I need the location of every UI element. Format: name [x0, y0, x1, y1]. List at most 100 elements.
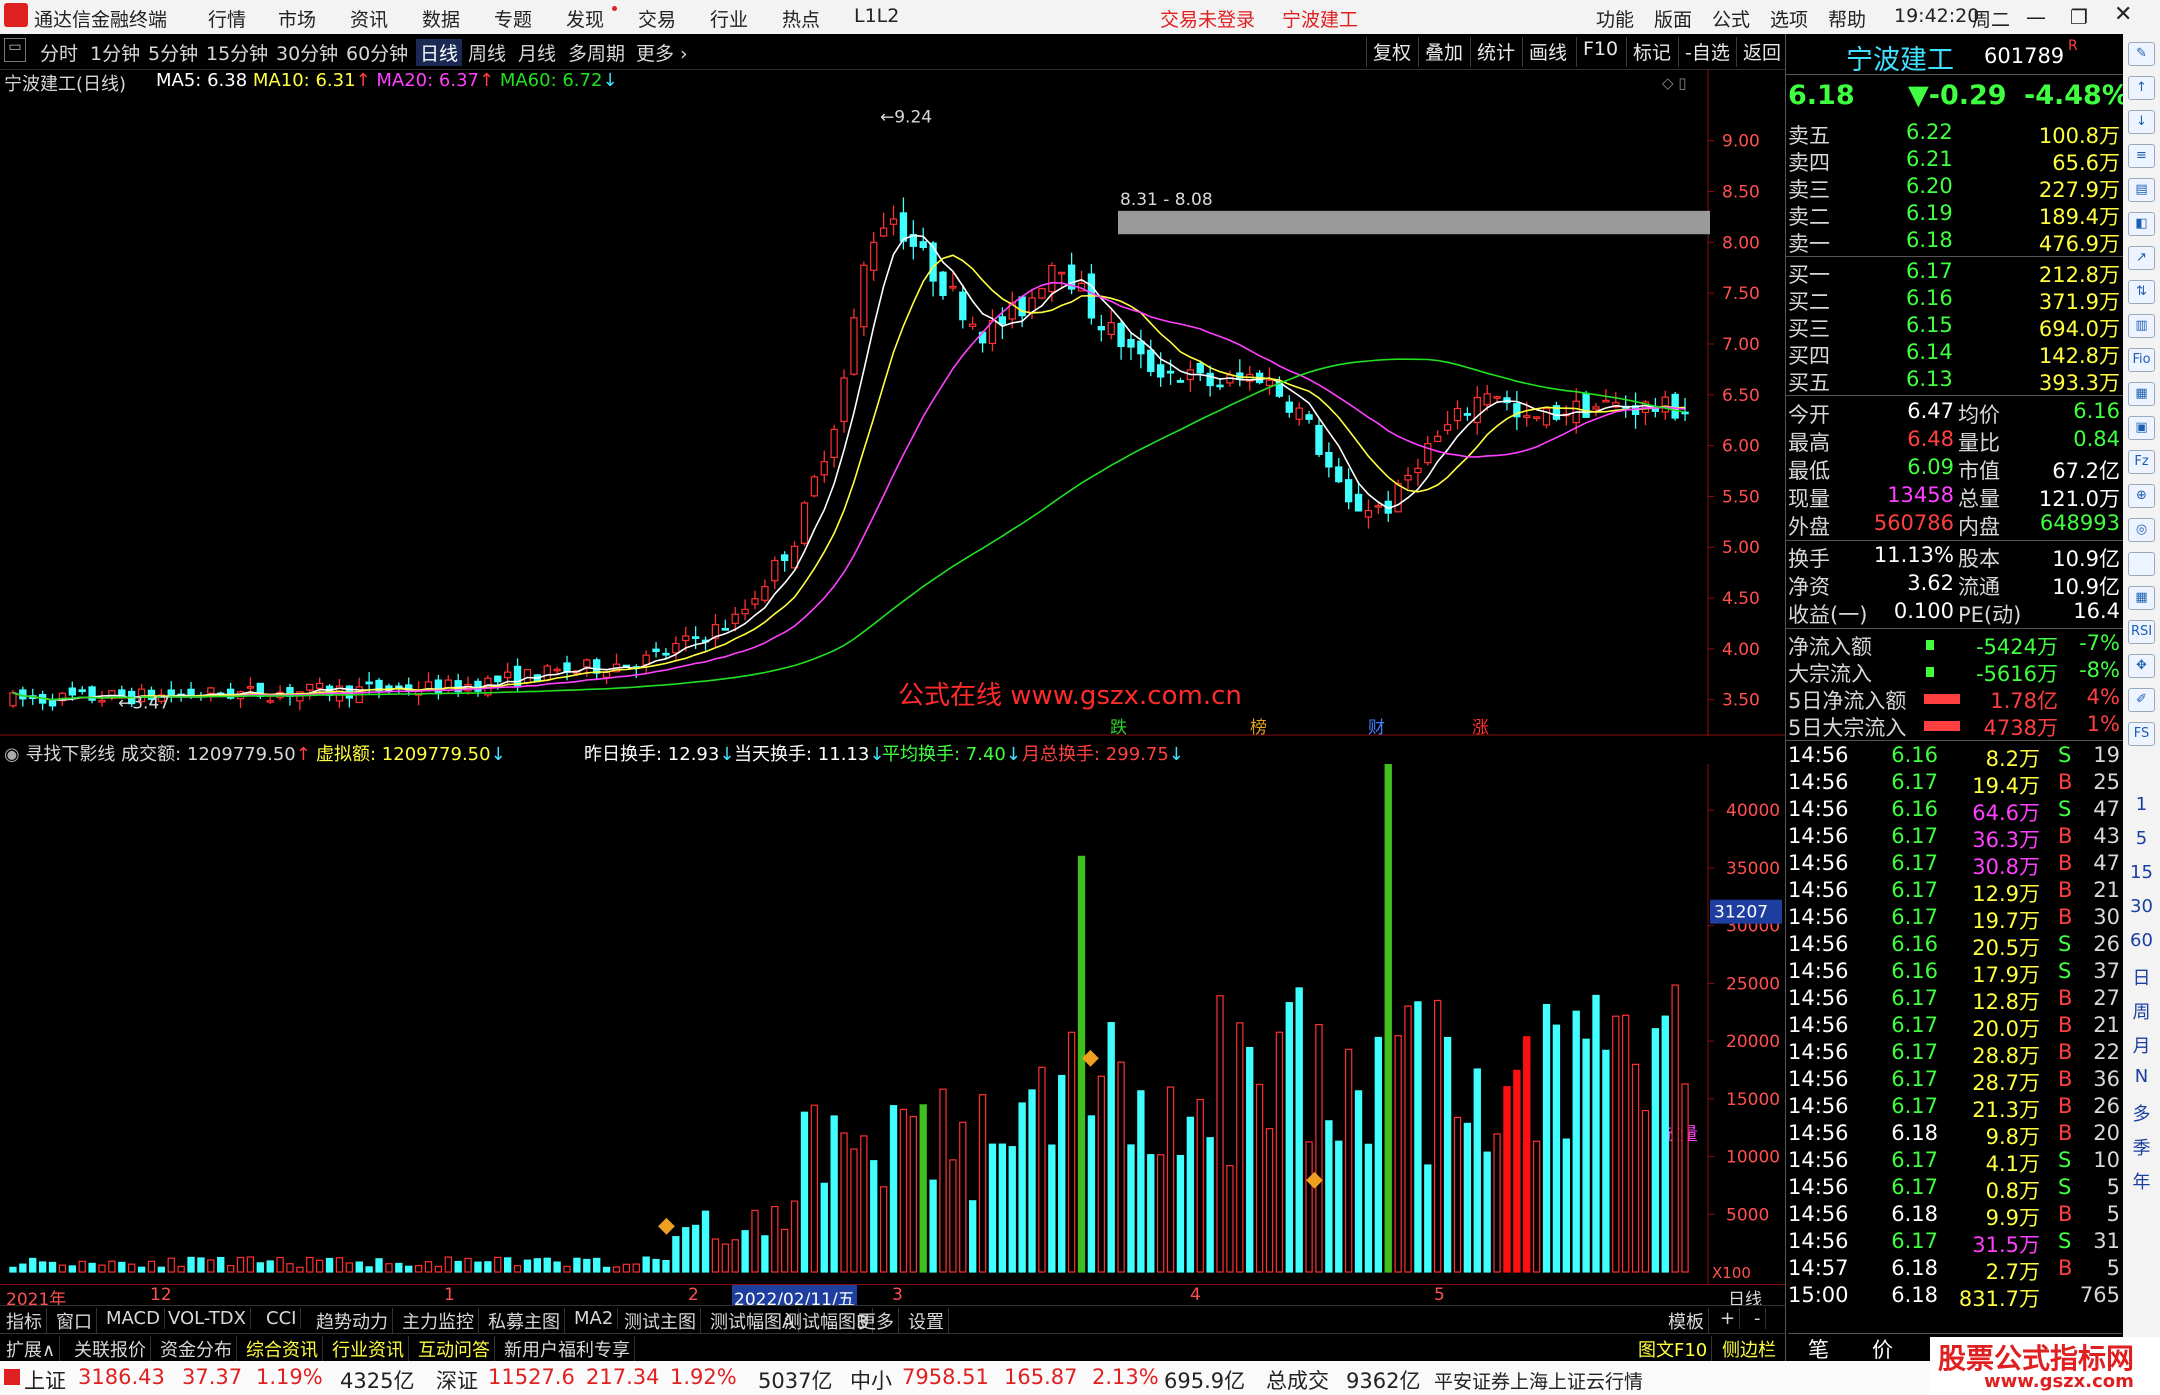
period-shortcut-11[interactable]: 年 [2123, 1168, 2160, 1194]
button-fanhui[interactable]: 返回 [1736, 37, 1787, 67]
indicator-tab-2[interactable]: MACD [102, 1308, 165, 1329]
toolbar-menu-icon[interactable]: ▭ [4, 38, 26, 62]
menu-item-shichang[interactable]: 市场 [278, 5, 316, 32]
move-icon[interactable]: ✥ [2128, 654, 2155, 678]
window-icon[interactable]: ▣ [2128, 416, 2155, 440]
button-zixuan[interactable]: -自选 [1678, 37, 1736, 67]
menu-item-xuanxiang[interactable]: 选项 [1770, 5, 1808, 32]
menu-item-bangzhu[interactable]: 帮助 [1828, 5, 1866, 32]
target-icon[interactable]: ◎ [2128, 518, 2155, 542]
tab-more[interactable]: 更多 › [636, 39, 688, 66]
template-tab-0[interactable]: 模板 [1664, 1308, 1709, 1334]
period-shortcut-8[interactable]: N [2123, 1066, 2160, 1087]
period-shortcut-7[interactable]: 月 [2123, 1032, 2160, 1058]
indicator-tab-8[interactable]: MA2 [570, 1308, 619, 1329]
period-shortcut-1[interactable]: 5 [2123, 828, 2160, 849]
tab-monthly[interactable]: 月线 [518, 39, 556, 66]
menu-item-gongshi[interactable]: 公式 [1712, 5, 1750, 32]
indicator-tab-13[interactable]: 设置 [904, 1308, 949, 1334]
indicator-tab-1[interactable]: 窗口 [52, 1308, 97, 1334]
arrow-up-icon[interactable]: ↑ [2128, 76, 2155, 100]
index-zx-name[interactable]: 中小 [850, 1365, 892, 1395]
tab-f10-graphic[interactable]: 图文F10 [1634, 1336, 1713, 1362]
tab-weekly[interactable]: 周线 [468, 39, 506, 66]
menu-item-redian[interactable]: 热点 [782, 5, 820, 32]
indicator-tab-0[interactable]: 指标 [2, 1308, 47, 1334]
close-icon[interactable]: ✕ [2114, 2, 2132, 27]
period-shortcut-3[interactable]: 30 [2123, 896, 2160, 917]
calendar-icon[interactable]: ▦ [2128, 382, 2155, 406]
tab-jia[interactable]: 价 [1872, 1334, 1893, 1364]
indicator-tab-6[interactable]: 主力监控 [398, 1308, 479, 1334]
pen-icon[interactable]: ✎ [2128, 42, 2155, 66]
indicator-tab-4[interactable]: CCI [262, 1308, 302, 1329]
tab-bi[interactable]: 笔 [1808, 1334, 1829, 1364]
tab-multi-period[interactable]: 多周期 [568, 39, 625, 66]
index-sh-name[interactable]: 上证 [24, 1365, 66, 1395]
tab-daily[interactable]: 日线 [416, 39, 463, 66]
grid-icon[interactable]: ▤ [2128, 178, 2155, 202]
chart-icon[interactable]: ▦ [2128, 586, 2155, 610]
indicator-tab-5[interactable]: 趋势动力 [312, 1308, 393, 1334]
tab-15min[interactable]: 15分钟 [206, 39, 268, 66]
template-tab-1[interactable]: + [1716, 1308, 1741, 1329]
button-diejia[interactable]: 叠加 [1418, 37, 1469, 67]
panel-icon[interactable]: ◧ [2128, 212, 2155, 236]
draw-icon[interactable]: ✐ [2128, 688, 2155, 712]
button-tongji[interactable]: 统计 [1470, 37, 1521, 67]
legend-toggle-icon[interactable]: ◉ [4, 744, 25, 765]
menu-item-jiaoyi[interactable]: 交易 [638, 5, 676, 32]
trend-icon[interactable]: ↗ [2128, 246, 2155, 270]
extension-tab-2[interactable]: 资金分布 [156, 1336, 237, 1362]
plus-circle-icon[interactable]: ⊕ [2128, 484, 2155, 508]
period-shortcut-4[interactable]: 60 [2123, 930, 2160, 951]
extension-tab-5[interactable]: 互动问答 [414, 1336, 495, 1362]
indicator-tab-3[interactable]: VOL-TDX [164, 1308, 251, 1329]
rsi-icon[interactable]: RSI [2128, 620, 2155, 644]
button-f10[interactable]: F10 [1576, 37, 1624, 67]
extension-tab-1[interactable]: 关联报价 [70, 1336, 151, 1362]
menu-item-zhuanti[interactable]: 专题 [494, 5, 532, 32]
period-shortcut-5[interactable]: 日 [2123, 964, 2160, 990]
tab-30min[interactable]: 30分钟 [276, 39, 338, 66]
button-huaxian[interactable]: 画线 [1522, 37, 1573, 67]
menu-item-faxian[interactable]: 发现 [566, 5, 604, 32]
period-shortcut-10[interactable]: 季 [2123, 1134, 2160, 1160]
list-icon[interactable]: ≡ [2128, 144, 2155, 168]
menu-item-hangqing[interactable]: 行情 [208, 5, 246, 32]
extension-tab-3[interactable]: 综合资讯 [242, 1336, 323, 1362]
period-shortcut-2[interactable]: 15 [2123, 862, 2160, 883]
index-sz-name[interactable]: 深证 [436, 1365, 478, 1395]
table-icon[interactable]: ▥ [2128, 314, 2155, 338]
tab-fenshi[interactable]: 分时 [40, 39, 78, 66]
menu-item-shuju[interactable]: 数据 [422, 5, 460, 32]
candlestick-chart[interactable]: 9.00 8.50 8.00 7.50 7.00 6.50 6.00 5.50 5.00 4.50… [0, 70, 1785, 736]
extension-tab-6[interactable]: 新用户福利专享 [500, 1336, 635, 1362]
blank-icon[interactable] [2128, 552, 2155, 576]
period-shortcut-0[interactable]: 1 [2123, 794, 2160, 815]
period-shortcut-9[interactable]: 多 [2123, 1100, 2160, 1126]
menu-item-zixun[interactable]: 资讯 [350, 5, 388, 32]
tab-1min[interactable]: 1分钟 [90, 39, 140, 66]
extension-tab-4[interactable]: 行业资讯 [328, 1336, 409, 1362]
template-tab-2[interactable]: - [1750, 1308, 1766, 1329]
fio-icon[interactable]: Fio [2128, 348, 2155, 372]
menu-item-l1l2[interactable]: L1L2 [854, 5, 899, 27]
tab-60min[interactable]: 60分钟 [346, 39, 408, 66]
indicator-tab-7[interactable]: 私募主图 [484, 1308, 565, 1334]
fz-icon[interactable]: Fz [2128, 450, 2155, 474]
fs-icon[interactable]: FS [2128, 722, 2155, 746]
button-biaoji[interactable]: 标记 [1626, 37, 1677, 67]
minimize-icon[interactable]: — [2026, 5, 2046, 29]
arrow-down-icon[interactable]: ↓ [2128, 110, 2155, 134]
indicator-tab-12[interactable]: 更多 [854, 1308, 899, 1334]
tab-5min[interactable]: 5分钟 [148, 39, 198, 66]
sort-icon[interactable]: ⇅ [2128, 280, 2155, 304]
period-shortcut-6[interactable]: 周 [2123, 998, 2160, 1024]
button-fuquan[interactable]: 复权 [1366, 37, 1417, 67]
trade-login-status[interactable]: 交易未登录 [1160, 5, 1255, 32]
menu-item-gongneng[interactable]: 功能 [1596, 5, 1634, 32]
extension-tab-0[interactable]: 扩展∧ [2, 1336, 61, 1362]
restore-icon[interactable]: ❐ [2070, 5, 2088, 29]
menu-item-banmian[interactable]: 版面 [1654, 5, 1692, 32]
